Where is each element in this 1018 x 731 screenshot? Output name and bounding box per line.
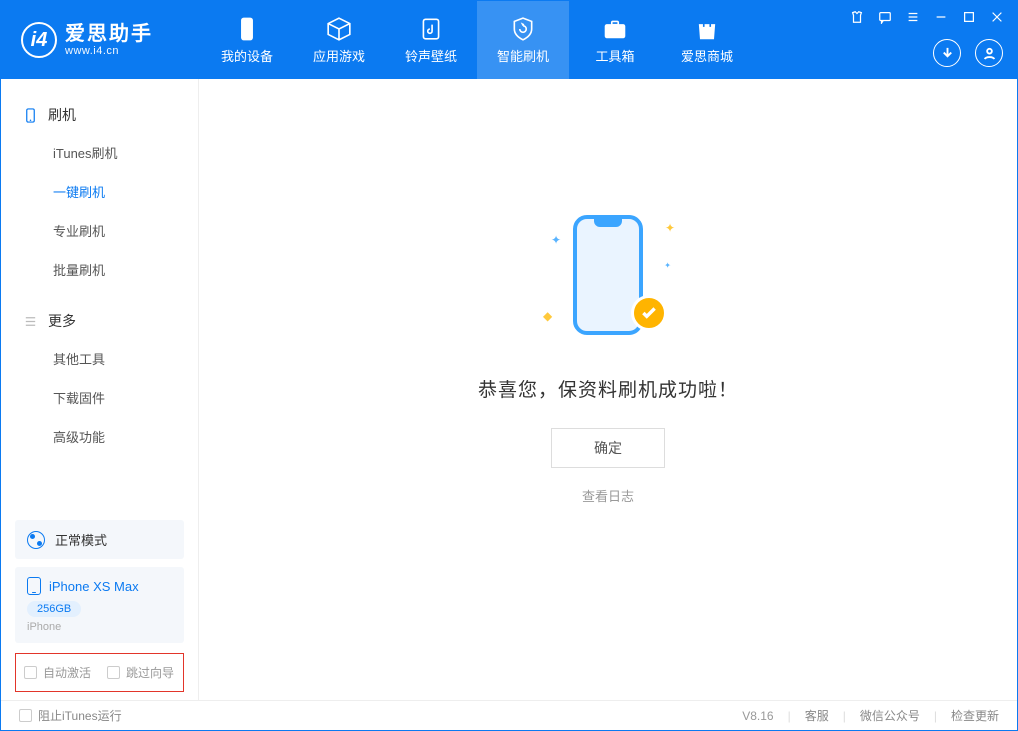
nav-tabs: 我的设备 应用游戏 铃声壁纸 智能刷机 工具箱 爱思商城 [201,1,753,79]
nav-label: 我的设备 [221,46,273,65]
nav-apps-games[interactable]: 应用游戏 [293,1,385,79]
divider: | [934,709,937,723]
sidebar-item-pro[interactable]: 专业刷机 [1,211,198,250]
sidebar-item-advanced[interactable]: 高级功能 [1,417,198,456]
nav-store[interactable]: 爱思商城 [661,1,753,79]
sidebar-item-batch[interactable]: 批量刷机 [1,250,198,289]
group-label: 更多 [48,311,76,331]
app-subtitle: www.i4.cn [65,45,153,57]
sparkle-icon: ✦ [551,233,561,247]
logo-icon: i4 [21,22,57,58]
divider: | [788,709,791,723]
nav-label: 智能刷机 [497,46,549,65]
check-label: 跳过向导 [126,664,174,681]
success-message: 恭喜您，保资料刷机成功啦！ [478,375,738,402]
phone-small-icon [27,577,41,595]
bottom-checks-highlight: 自动激活 跳过向导 [15,653,184,692]
device-name: iPhone XS Max [49,579,139,594]
sidebar-item-other[interactable]: 其他工具 [1,339,198,378]
check-label: 自动激活 [43,664,91,681]
cube-icon [326,16,352,42]
main-content: ✦ ✦ ◆ ✦ 恭喜您，保资料刷机成功啦！ 确定 查看日志 [199,79,1017,700]
nav-flash[interactable]: 智能刷机 [477,1,569,79]
check-label: 阻止iTunes运行 [38,707,122,724]
storage-badge: 256GB [27,601,81,617]
device-type: iPhone [27,621,172,633]
user-button[interactable] [975,39,1003,67]
feedback-icon[interactable] [877,9,893,25]
checkbox-icon [19,709,32,722]
sparkle-icon: ✦ [664,261,671,270]
download-button[interactable] [933,39,961,67]
device-mode-row[interactable]: 正常模式 [15,520,184,559]
logo-block: i4 爱思助手 www.i4.cn [21,22,201,58]
list-icon [23,314,38,329]
body: 刷机 iTunes刷机 一键刷机 专业刷机 批量刷机 更多 其他工具 下载固件 … [1,79,1017,700]
sidebar-item-firmware[interactable]: 下载固件 [1,378,198,417]
check-badge-icon [631,295,667,331]
sidebar-item-itunes[interactable]: iTunes刷机 [1,133,198,172]
minimize-button[interactable] [933,9,949,25]
nav-label: 铃声壁纸 [405,46,457,65]
success-illustration: ✦ ✦ ◆ ✦ [543,215,673,345]
checkbox-icon [24,666,37,679]
nav-label: 爱思商城 [681,46,733,65]
device-icon [23,108,38,123]
device-info-row[interactable]: iPhone XS Max 256GB iPhone [15,567,184,643]
sidebar-group-flash: 刷机 [1,97,198,133]
view-log-link[interactable]: 查看日志 [582,486,634,505]
maximize-button[interactable] [961,9,977,25]
header-right [933,39,1003,67]
check-auto-activate[interactable]: 自动激活 [24,664,91,681]
sidebar: 刷机 iTunes刷机 一键刷机 专业刷机 批量刷机 更多 其他工具 下载固件 … [1,79,199,700]
shield-refresh-icon [510,16,536,42]
mode-label: 正常模式 [55,530,107,549]
support-link[interactable]: 客服 [805,707,829,724]
phone-icon [234,16,260,42]
window-controls [849,9,1005,25]
checkbox-icon [107,666,120,679]
header: i4 爱思助手 www.i4.cn 我的设备 应用游戏 铃声壁纸 智能刷机 工具… [1,1,1017,79]
briefcase-icon [602,16,628,42]
device-name-row: iPhone XS Max [27,577,172,595]
version-label: V8.16 [742,709,773,723]
sidebar-group-more: 更多 [1,303,198,339]
footer-right: V8.16 | 客服 | 微信公众号 | 检查更新 [742,707,999,724]
nav-ringtones[interactable]: 铃声壁纸 [385,1,477,79]
device-block: 正常模式 iPhone XS Max 256GB iPhone [15,520,184,643]
footer: 阻止iTunes运行 V8.16 | 客服 | 微信公众号 | 检查更新 [1,700,1017,730]
sparkle-icon: ✦ [665,221,675,235]
check-update-link[interactable]: 检查更新 [951,707,999,724]
sidebar-item-onekey[interactable]: 一键刷机 [1,172,198,211]
check-skip-guide[interactable]: 跳过向导 [107,664,174,681]
shopping-bag-icon [694,16,720,42]
group-label: 刷机 [48,105,76,125]
nav-label: 工具箱 [595,46,634,65]
app-title: 爱思助手 [65,23,153,45]
menu-icon[interactable] [905,9,921,25]
sparkle-icon: ◆ [543,309,552,323]
mode-icon [27,531,45,549]
close-button[interactable] [989,9,1005,25]
nav-toolbox[interactable]: 工具箱 [569,1,661,79]
confirm-button[interactable]: 确定 [551,428,665,468]
nav-my-device[interactable]: 我的设备 [201,1,293,79]
check-block-itunes[interactable]: 阻止iTunes运行 [19,707,122,724]
music-file-icon [418,16,444,42]
divider: | [843,709,846,723]
wechat-link[interactable]: 微信公众号 [860,707,920,724]
nav-label: 应用游戏 [313,46,365,65]
shirt-icon[interactable] [849,9,865,25]
logo-text: 爱思助手 www.i4.cn [65,23,153,57]
